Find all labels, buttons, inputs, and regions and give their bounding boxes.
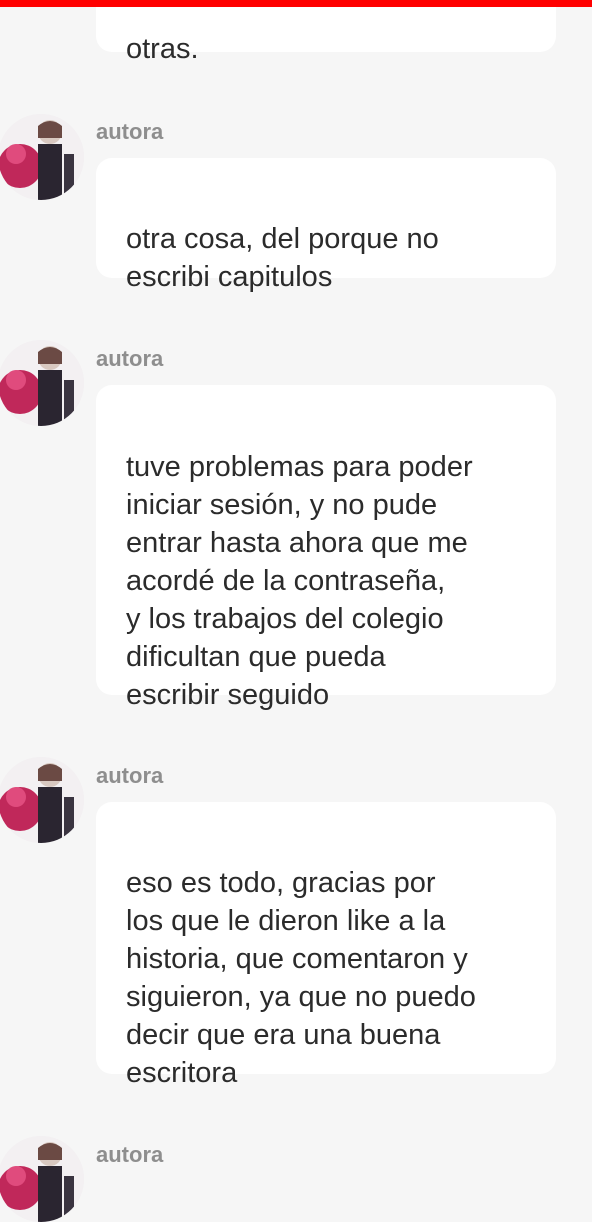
message-text: tuve problemas para poder iniciar sesión…	[126, 451, 473, 711]
author-name: autora	[96, 346, 164, 371]
message-bubble: otras.	[96, 0, 556, 65]
author-avatar[interactable]	[0, 1136, 84, 1222]
author-name: autora	[96, 1142, 164, 1167]
message-bubble: tuve problemas para poder iniciar sesión…	[96, 385, 556, 711]
message-text: eso es todo, gracias por los que le dier…	[126, 867, 476, 1089]
author-avatar[interactable]	[0, 114, 84, 200]
top-accent-bar	[0, 0, 592, 7]
message-text: otra cosa, del porque no escribi capitul…	[126, 223, 439, 293]
author-name: autora	[96, 763, 164, 788]
author-avatar[interactable]	[0, 757, 84, 843]
message-bubble: eso es todo, gracias por los que le dier…	[96, 802, 556, 1089]
message-bubble: otra cosa, del porque no escribi capitul…	[96, 158, 556, 293]
author-avatar[interactable]	[0, 340, 84, 426]
author-name: autora	[96, 119, 164, 144]
message-text: otras.	[126, 33, 199, 65]
